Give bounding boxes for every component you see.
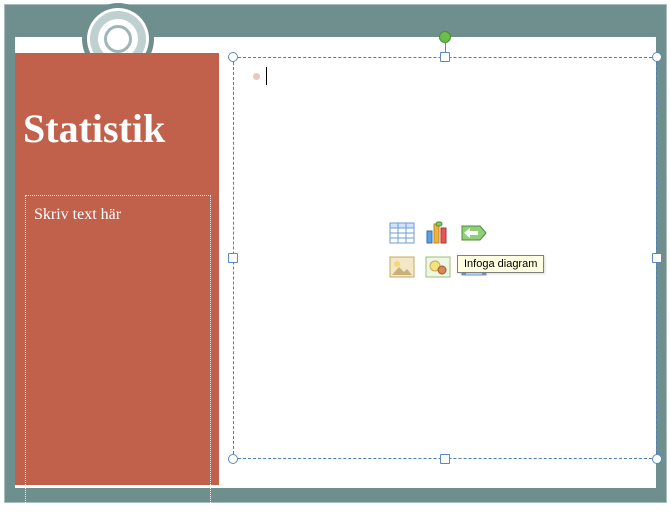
text-placeholder-hint: Skriv text här: [34, 206, 121, 223]
content-placeholder[interactable]: Infoga diagram: [233, 57, 657, 459]
insert-smartart-icon[interactable]: [459, 219, 489, 247]
insert-table-icon[interactable]: [387, 219, 417, 247]
resize-handle-nw[interactable]: [228, 52, 238, 62]
text-caret: [266, 67, 267, 85]
left-panel: Statistik Skriv text här: [15, 53, 219, 485]
insert-picture-icon[interactable]: [387, 253, 417, 281]
bullet-icon: [253, 73, 260, 80]
resize-handle-n[interactable]: [440, 52, 450, 62]
resize-handle-e[interactable]: [652, 253, 662, 263]
tooltip-insert-chart: Infoga diagram: [457, 255, 544, 273]
resize-handle-w[interactable]: [228, 253, 238, 263]
theme-left-band: [5, 5, 15, 502]
resize-handle-s[interactable]: [440, 454, 450, 464]
resize-handle-sw[interactable]: [228, 454, 238, 464]
insert-clipart-icon[interactable]: [423, 253, 453, 281]
rotate-handle[interactable]: [439, 31, 451, 43]
insert-chart-icon[interactable]: [423, 219, 453, 247]
slide-canvas: Statistik Skriv text här: [4, 4, 667, 503]
text-placeholder[interactable]: Skriv text här: [25, 195, 211, 521]
content-cursor: [253, 67, 267, 85]
rotate-handle-stem: [445, 42, 446, 52]
resize-handle-ne[interactable]: [652, 52, 662, 62]
resize-handle-se[interactable]: [652, 454, 662, 464]
slide-title[interactable]: Statistik: [23, 109, 211, 149]
